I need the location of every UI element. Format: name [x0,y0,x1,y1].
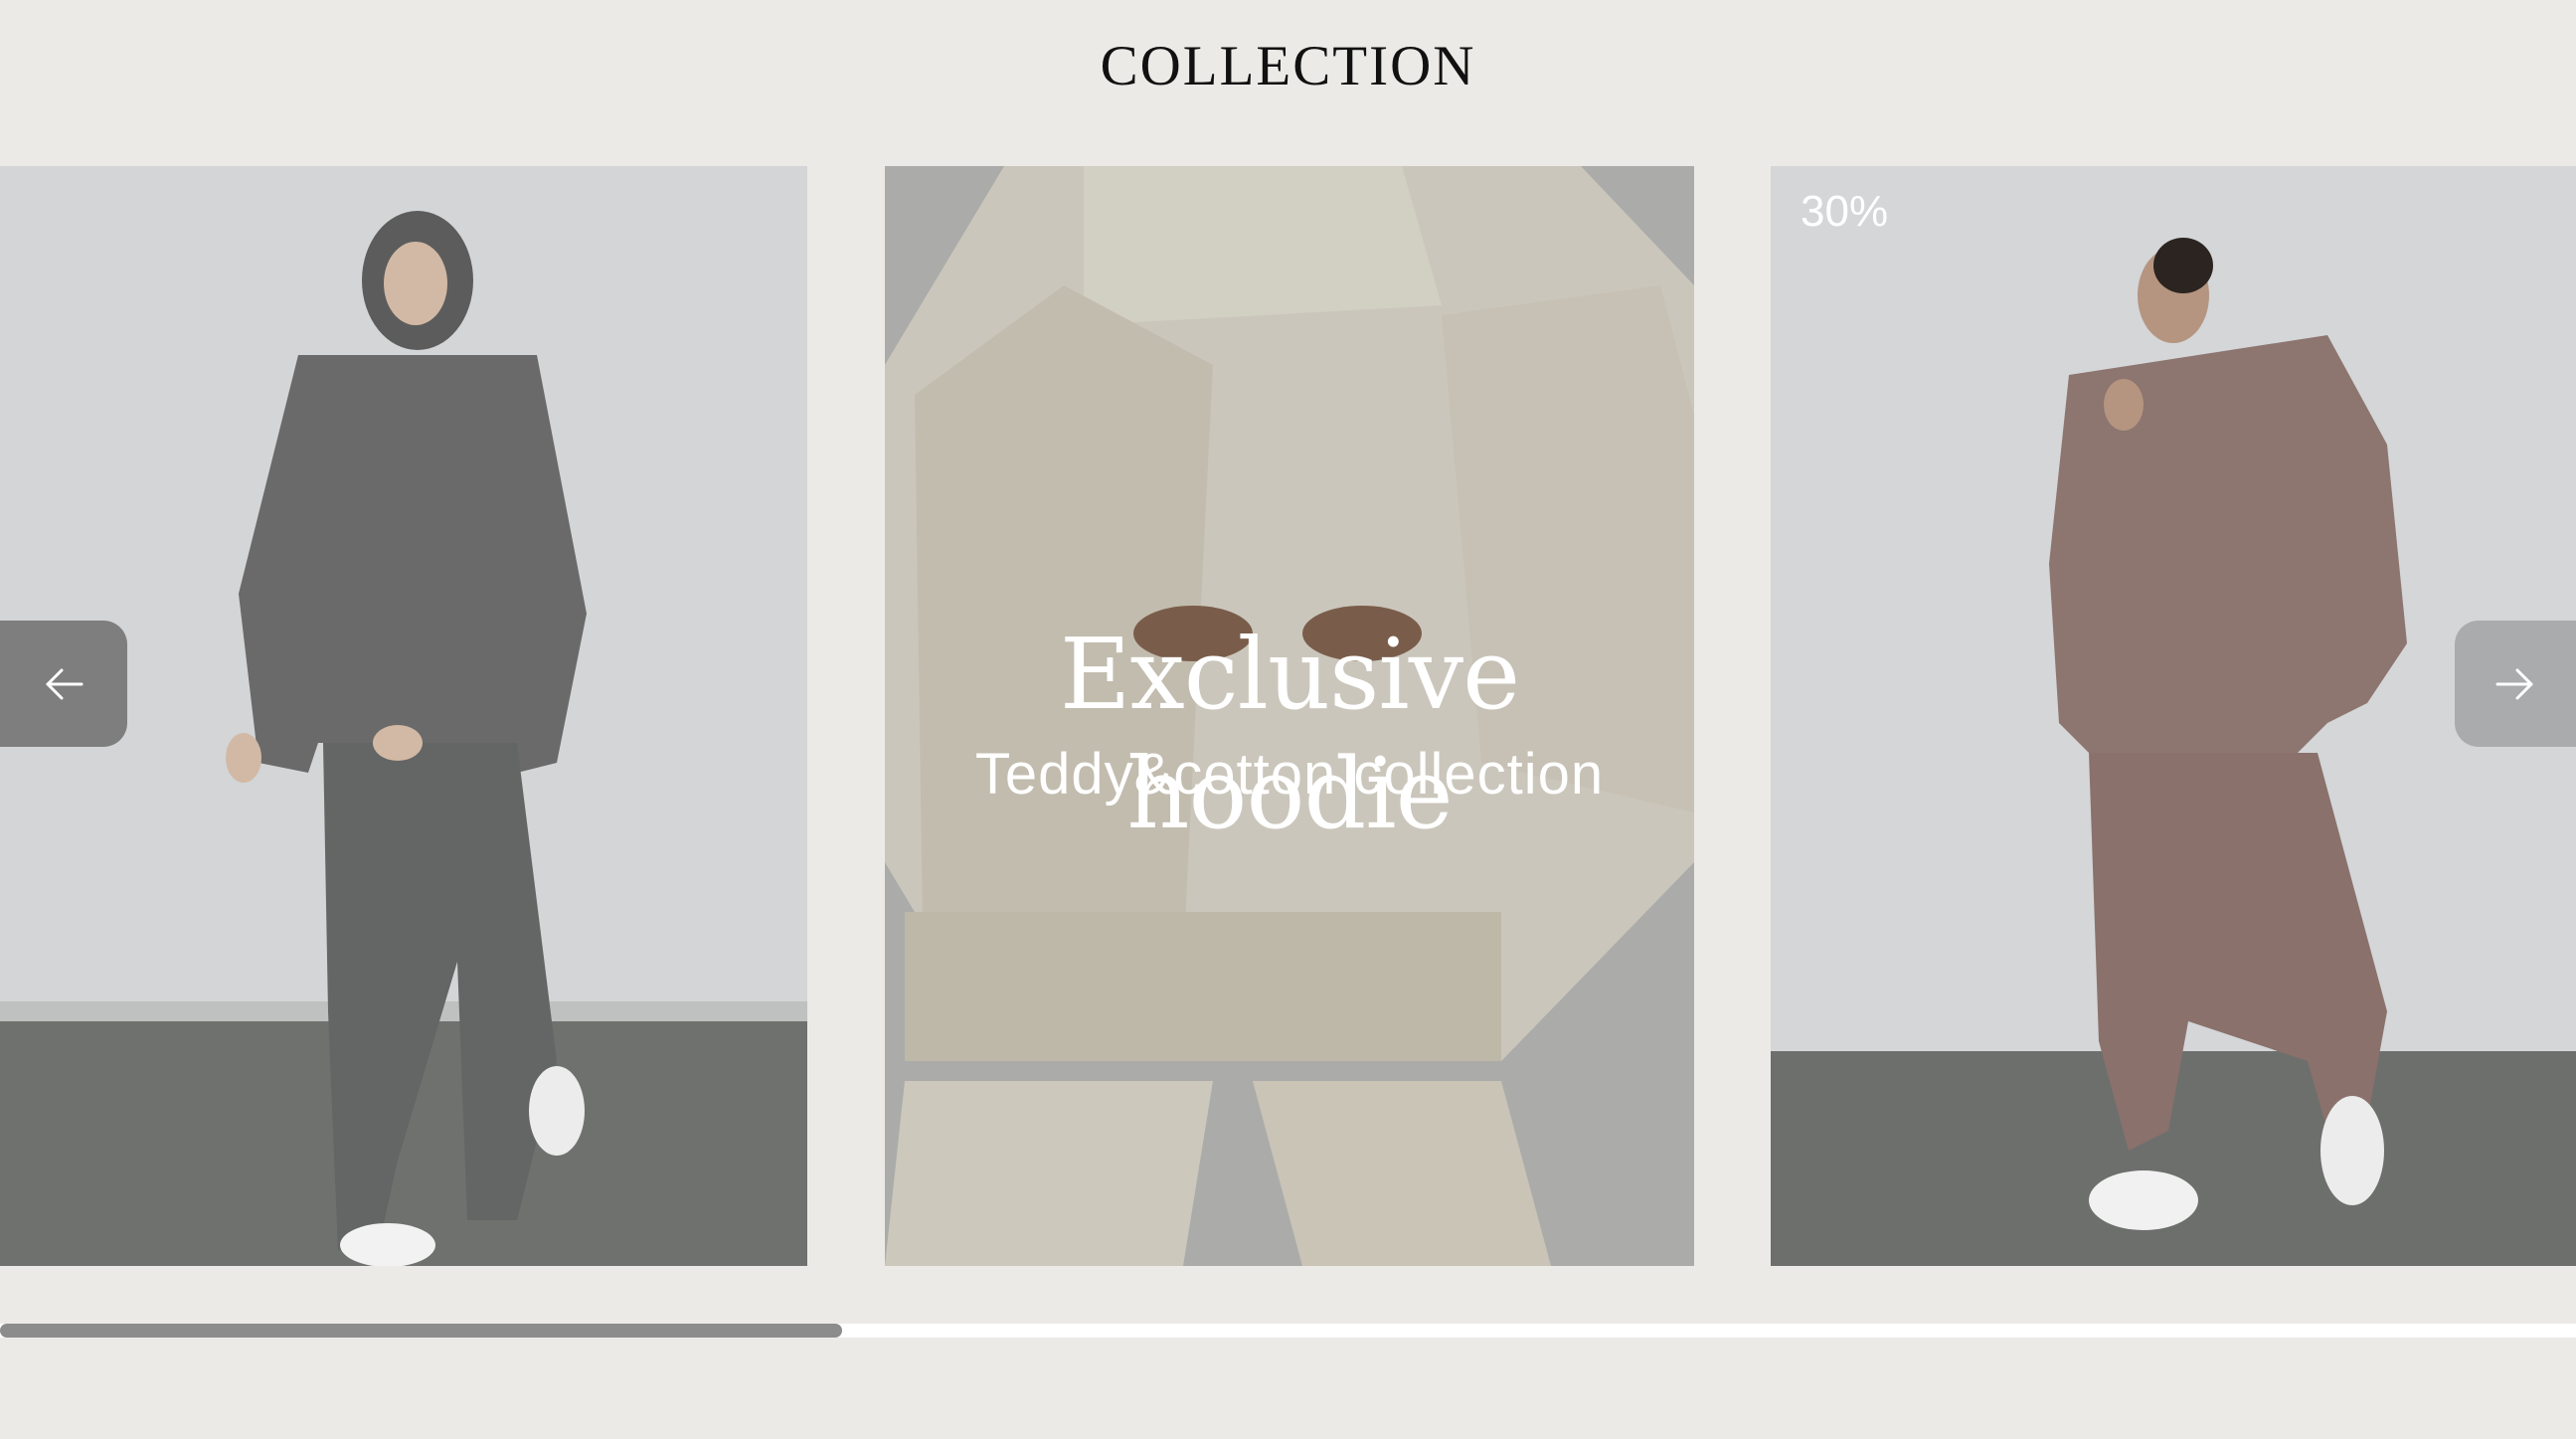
carousel-prev-button[interactable] [0,621,127,747]
promo-subtitle: Teddy&cotton collection [974,742,1605,807]
page-title: COLLECTION [1100,35,1476,97]
promo-headline: Exclusive hoodie [1059,619,1520,851]
carousel-next-button[interactable] [2455,621,2576,747]
discount-badge: 30% [1801,187,1889,236]
arrow-right-icon [2495,668,2533,699]
carousel-slide-cream-hoodie[interactable]: Exclusive hoodie Teddy&cotton collection [885,166,1694,1266]
arrow-left-icon [46,668,84,699]
carousel-scrollbar-thumb[interactable] [0,1324,843,1338]
carousel-scrollbar[interactable] [0,1324,2576,1338]
